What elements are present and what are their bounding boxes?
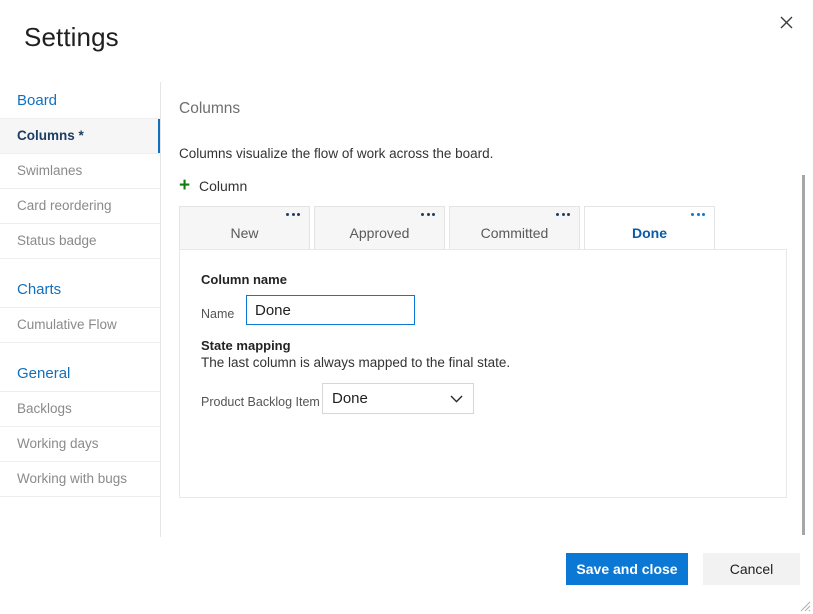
- chevron-down-icon: [450, 395, 463, 403]
- sidebar-item-working-days[interactable]: Working days: [0, 426, 160, 461]
- column-settings-panel: Column name Name State mapping The last …: [179, 249, 787, 498]
- nav-group-general-title: General: [0, 343, 160, 391]
- more-options-icon[interactable]: [421, 213, 435, 216]
- add-column-label: Column: [199, 178, 247, 194]
- state-mapping-value: Done: [323, 390, 450, 407]
- sidebar-item-columns[interactable]: Columns *: [0, 118, 160, 153]
- tab-committed[interactable]: Committed: [449, 206, 580, 249]
- sidebar-item-label: Cumulative Flow: [17, 317, 117, 332]
- page-title: Settings: [24, 22, 119, 53]
- state-mapping-note: The last column is always mapped to the …: [201, 355, 510, 370]
- more-options-icon[interactable]: [286, 213, 300, 216]
- tab-label: Done: [632, 225, 667, 241]
- sidebar-item-label: Swimlanes: [17, 163, 82, 178]
- close-glyph: [780, 16, 793, 29]
- column-name-heading: Column name: [201, 272, 287, 287]
- cancel-button[interactable]: Cancel: [703, 553, 800, 585]
- nav-group-board-title: Board: [0, 82, 160, 118]
- sidebar-item-working-with-bugs[interactable]: Working with bugs: [0, 461, 160, 497]
- dialog-footer: Save and close Cancel: [0, 537, 813, 614]
- tab-label: Committed: [481, 225, 549, 241]
- tab-new[interactable]: New: [179, 206, 310, 249]
- nav-group-charts-title: Charts: [0, 259, 160, 307]
- save-and-close-button[interactable]: Save and close: [566, 553, 688, 585]
- dialog-header: Settings: [0, 0, 813, 82]
- sidebar-item-backlogs[interactable]: Backlogs: [0, 391, 160, 426]
- sidebar-item-label: Card reordering: [17, 198, 112, 213]
- sidebar-item-label: Working with bugs: [17, 471, 127, 486]
- sidebar-item-cumulative-flow[interactable]: Cumulative Flow: [0, 307, 160, 343]
- name-field-label: Name: [201, 307, 234, 321]
- sidebar-item-card-reordering[interactable]: Card reordering: [0, 188, 160, 223]
- state-mapping-dropdown[interactable]: Done: [322, 383, 474, 414]
- plus-icon: +: [179, 179, 193, 193]
- more-options-icon[interactable]: [556, 213, 570, 216]
- section-title: Columns: [179, 100, 240, 118]
- column-name-input[interactable]: [246, 295, 415, 325]
- mapping-field-label: Product Backlog Item: [201, 395, 320, 409]
- section-description: Columns visualize the flow of work acros…: [179, 146, 493, 161]
- sidebar-item-swimlanes[interactable]: Swimlanes: [0, 153, 160, 188]
- resize-grip-icon[interactable]: [797, 598, 811, 612]
- settings-main-content: Columns Columns visualize the flow of wo…: [161, 82, 813, 537]
- tab-done[interactable]: Done: [584, 206, 715, 249]
- tab-approved[interactable]: Approved: [314, 206, 445, 249]
- settings-dialog: Settings Board Columns * Swimlanes Card …: [0, 0, 813, 614]
- dialog-body: Board Columns * Swimlanes Card reorderin…: [0, 82, 813, 537]
- sidebar-item-label: Status badge: [17, 233, 97, 248]
- sidebar-item-label: Backlogs: [17, 401, 72, 416]
- content-scrollbar[interactable]: [802, 175, 805, 535]
- tab-label: New: [230, 225, 258, 241]
- close-icon[interactable]: [769, 6, 803, 38]
- column-tabs: New Approved Committed Done: [179, 206, 799, 249]
- add-column-button[interactable]: + Column: [179, 178, 247, 194]
- state-mapping-heading: State mapping: [201, 338, 291, 353]
- sidebar-item-label: Columns *: [17, 128, 84, 143]
- settings-sidebar: Board Columns * Swimlanes Card reorderin…: [0, 82, 161, 537]
- sidebar-item-status-badge[interactable]: Status badge: [0, 223, 160, 259]
- more-options-icon[interactable]: [691, 213, 705, 216]
- tab-label: Approved: [350, 225, 410, 241]
- sidebar-item-label: Working days: [17, 436, 99, 451]
